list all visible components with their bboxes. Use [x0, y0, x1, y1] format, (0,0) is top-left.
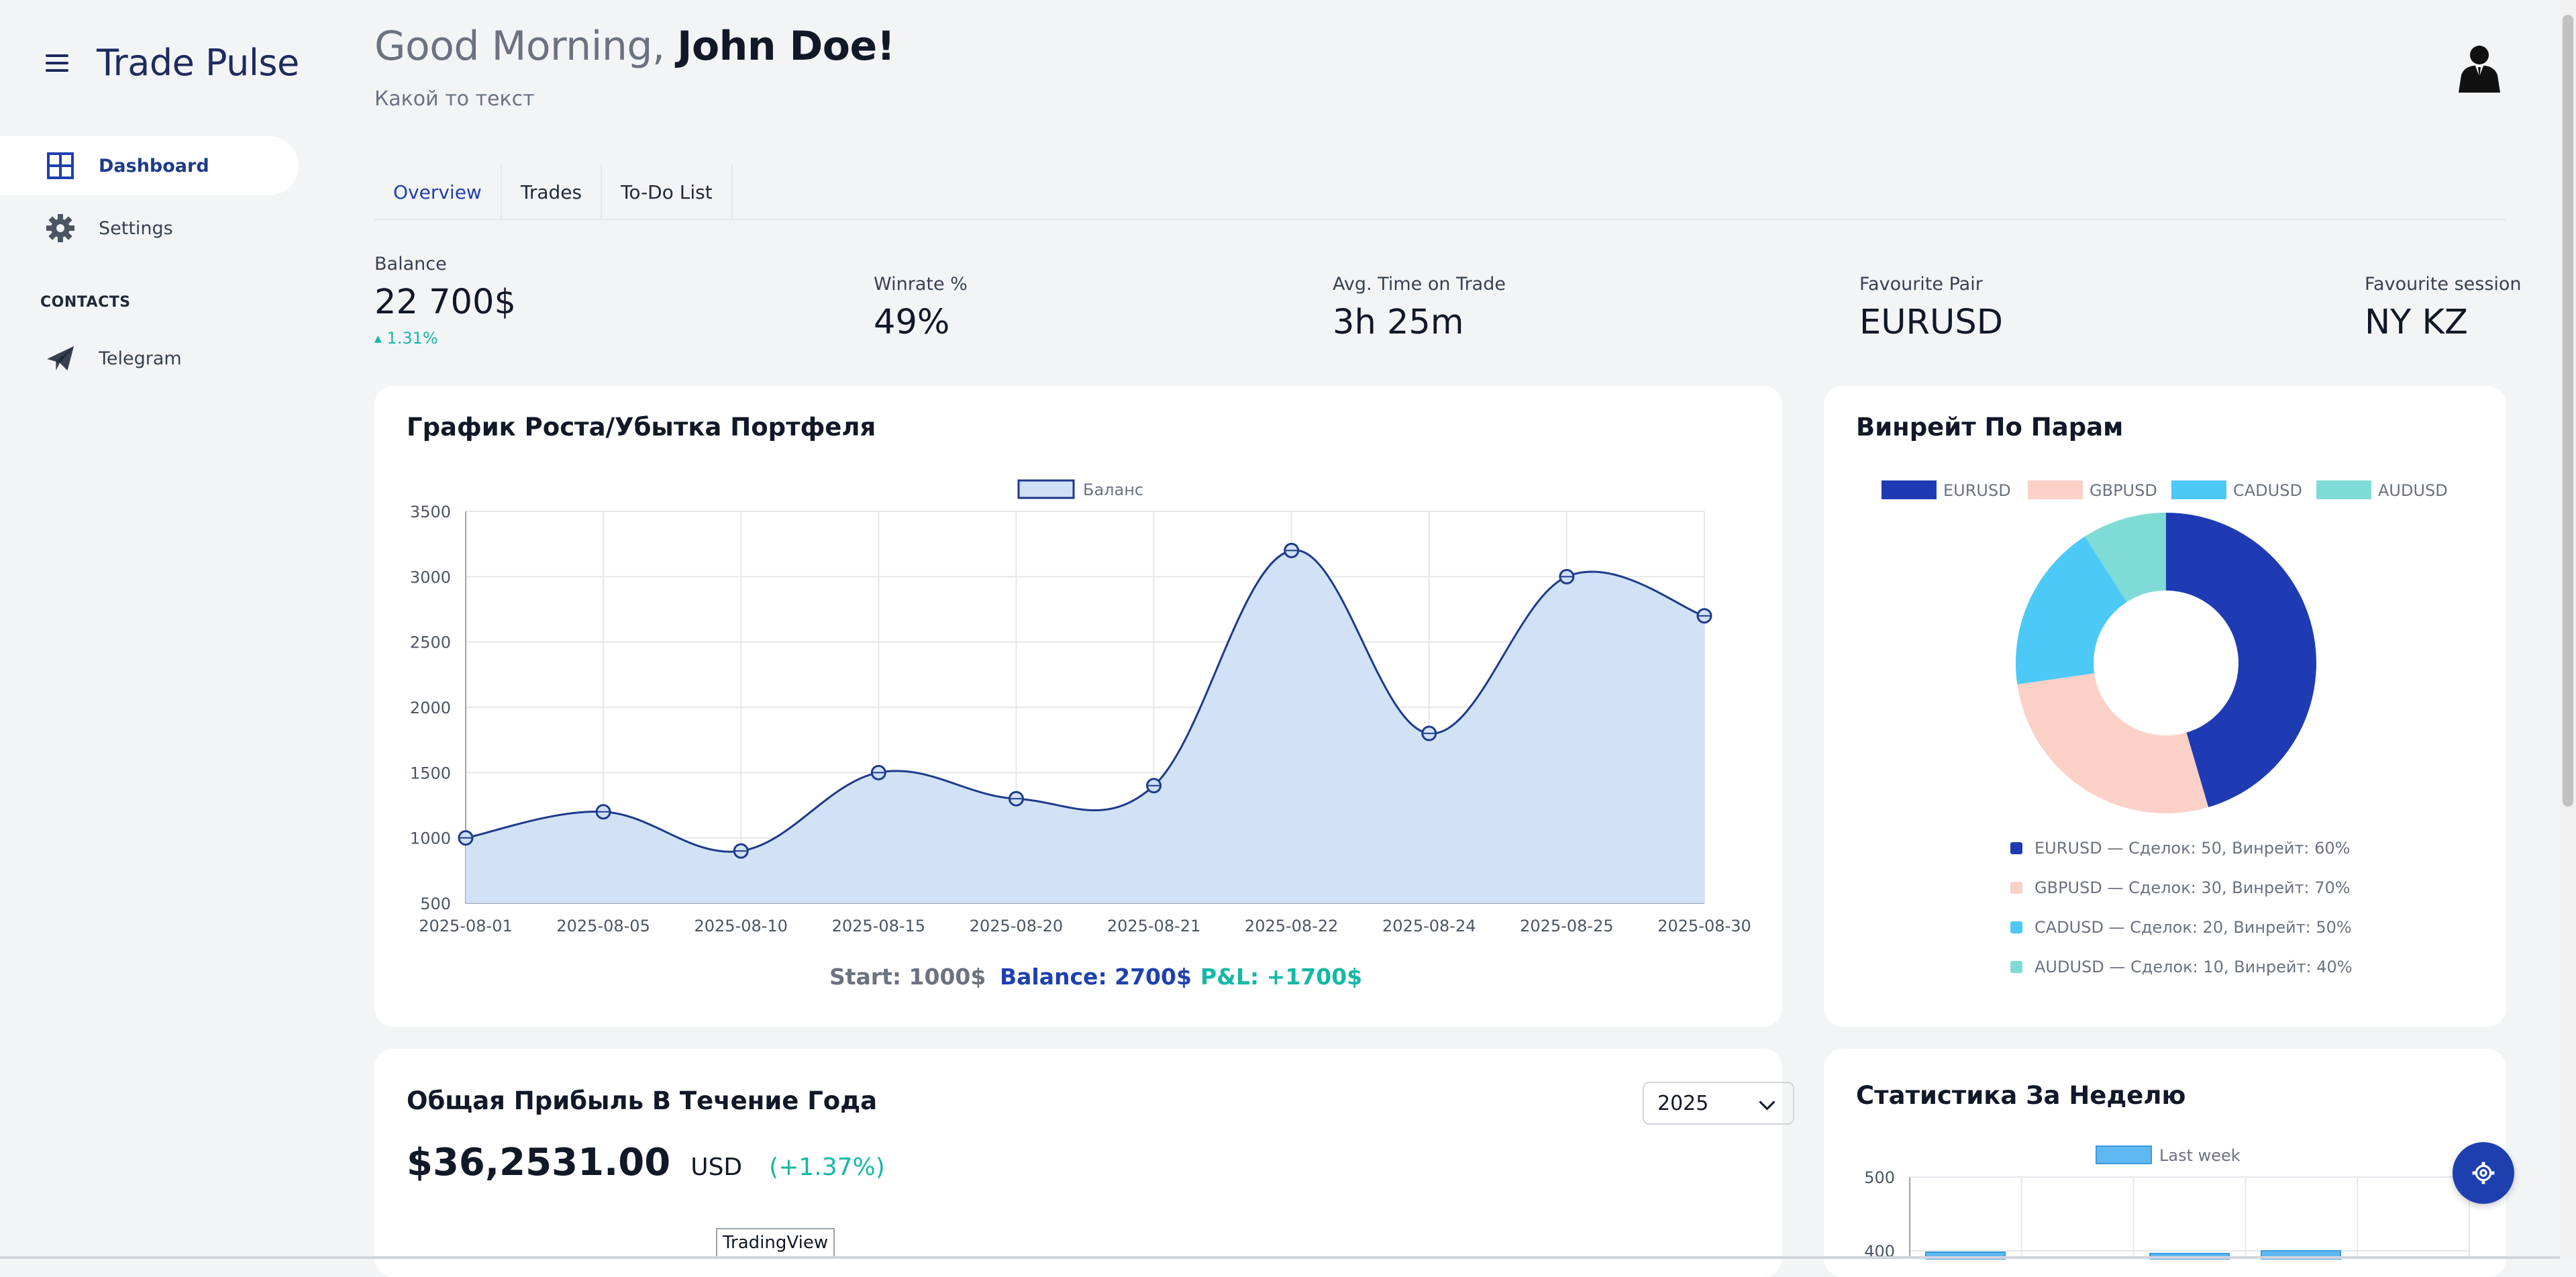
legend-label: Last week	[2159, 1146, 2240, 1165]
page-scrollbar[interactable]	[2560, 0, 2576, 1259]
weekly-bar-chart: Last week400500	[1864, 1145, 2470, 1261]
legend-swatch	[2096, 1145, 2152, 1164]
scrollbar-thumb[interactable]	[2563, 15, 2573, 807]
settings-fab[interactable]	[2453, 1142, 2514, 1204]
viewport-bottom-edge	[0, 1256, 2560, 1259]
y-tick-label: 500	[1864, 1168, 1895, 1187]
gear-icon	[2472, 1162, 2495, 1184]
